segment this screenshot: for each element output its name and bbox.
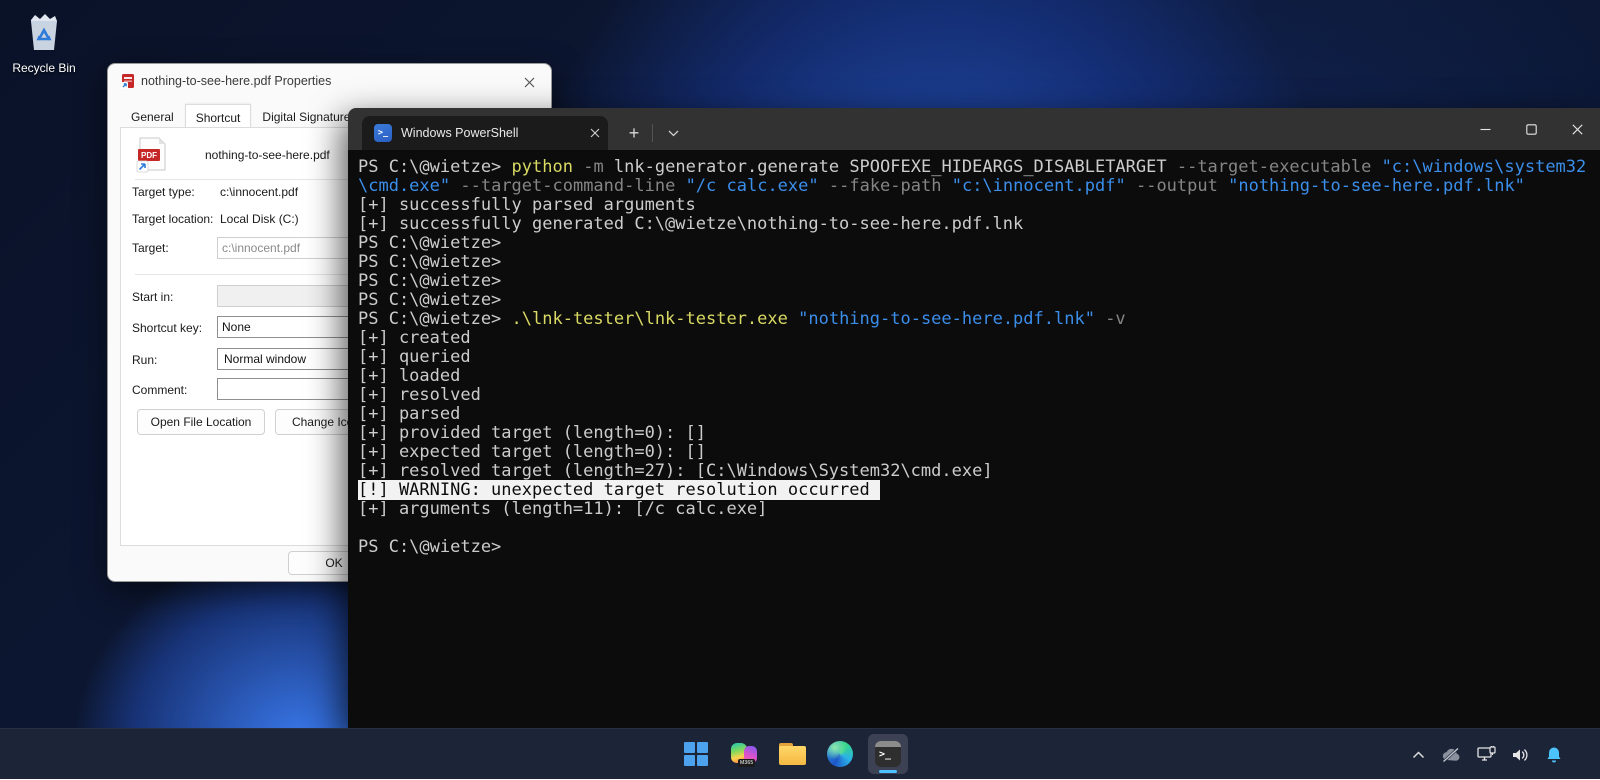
target-location-value: Local Disk (C:) [220,212,299,226]
target-type-value: c:\innocent.pdf [220,185,298,199]
recycle-bin[interactable]: Recycle Bin [10,8,78,75]
network-icon[interactable] [1477,746,1497,763]
close-icon[interactable] [1554,108,1600,150]
window-controls [1462,108,1600,150]
tab-separator [652,124,653,142]
dialog-title: nothing-to-see-here.pdf Properties [141,74,331,88]
windows-start-icon [684,742,708,766]
target-type-label: Target type: [132,185,195,199]
edge-icon [827,741,853,767]
powershell-icon: >_ [374,124,392,142]
target-label: Target: [132,241,169,255]
active-app-indicator [879,770,897,773]
tab-general[interactable]: General [120,105,185,128]
recycle-bin-icon [21,41,67,58]
tab-dropdown-chevron-icon[interactable] [660,122,686,144]
comment-label: Comment: [132,383,187,397]
taskbar-center-icons: M365 >_ [676,734,908,774]
system-tray [1412,729,1562,780]
terminal-output[interactable]: PS C:\@wietze> python -m lnk-generator.g… [348,150,1600,728]
powershell-tab-title: Windows PowerShell [401,126,590,140]
start-in-label: Start in: [132,290,173,304]
notification-bell-icon[interactable] [1546,746,1562,764]
start-button[interactable] [676,734,716,774]
file-explorer-icon [779,743,806,765]
terminal-titlebar[interactable]: >_ Windows PowerShell + [348,108,1600,150]
run-label: Run: [132,353,157,367]
maximize-icon[interactable] [1508,108,1554,150]
terminal-window: >_ Windows PowerShell + PS C:\@wietze> p… [348,108,1600,728]
terminal-app-icon: >_ [875,741,901,767]
pdf-shortcut-small-icon [120,73,136,94]
tab-shortcut[interactable]: Shortcut [185,104,252,129]
run-dropdown-value: Normal window [224,352,306,366]
onedrive-offline-icon[interactable] [1440,747,1462,763]
shortcut-file-name: nothing-to-see-here.pdf [205,148,330,162]
terminal-taskbar-button[interactable]: >_ [868,734,908,774]
taskbar: M365 >_ [0,728,1600,779]
volume-icon[interactable] [1512,747,1531,763]
minimize-icon[interactable] [1462,108,1508,150]
file-explorer-button[interactable] [772,734,812,774]
powershell-tab[interactable]: >_ Windows PowerShell [362,116,608,150]
svg-text:PDF: PDF [141,151,157,160]
shortcut-key-label: Shortcut key: [132,321,202,335]
open-file-location-button[interactable]: Open File Location [137,409,265,435]
pdf-shortcut-large-icon: PDF [135,137,169,178]
dialog-close-icon[interactable] [515,68,543,96]
m365-copilot-icon: M365 [731,741,757,767]
tab-close-icon[interactable] [590,128,600,138]
tray-chevron-up-icon[interactable] [1412,751,1425,759]
target-location-label: Target location: [132,212,213,226]
edge-button[interactable] [820,734,860,774]
new-tab-button[interactable]: + [620,120,648,146]
recycle-bin-label: Recycle Bin [10,61,78,75]
m365-copilot-button[interactable]: M365 [724,734,764,774]
m365-badge: M365 [738,759,755,767]
dialog-titlebar[interactable]: nothing-to-see-here.pdf Properties [108,64,551,100]
